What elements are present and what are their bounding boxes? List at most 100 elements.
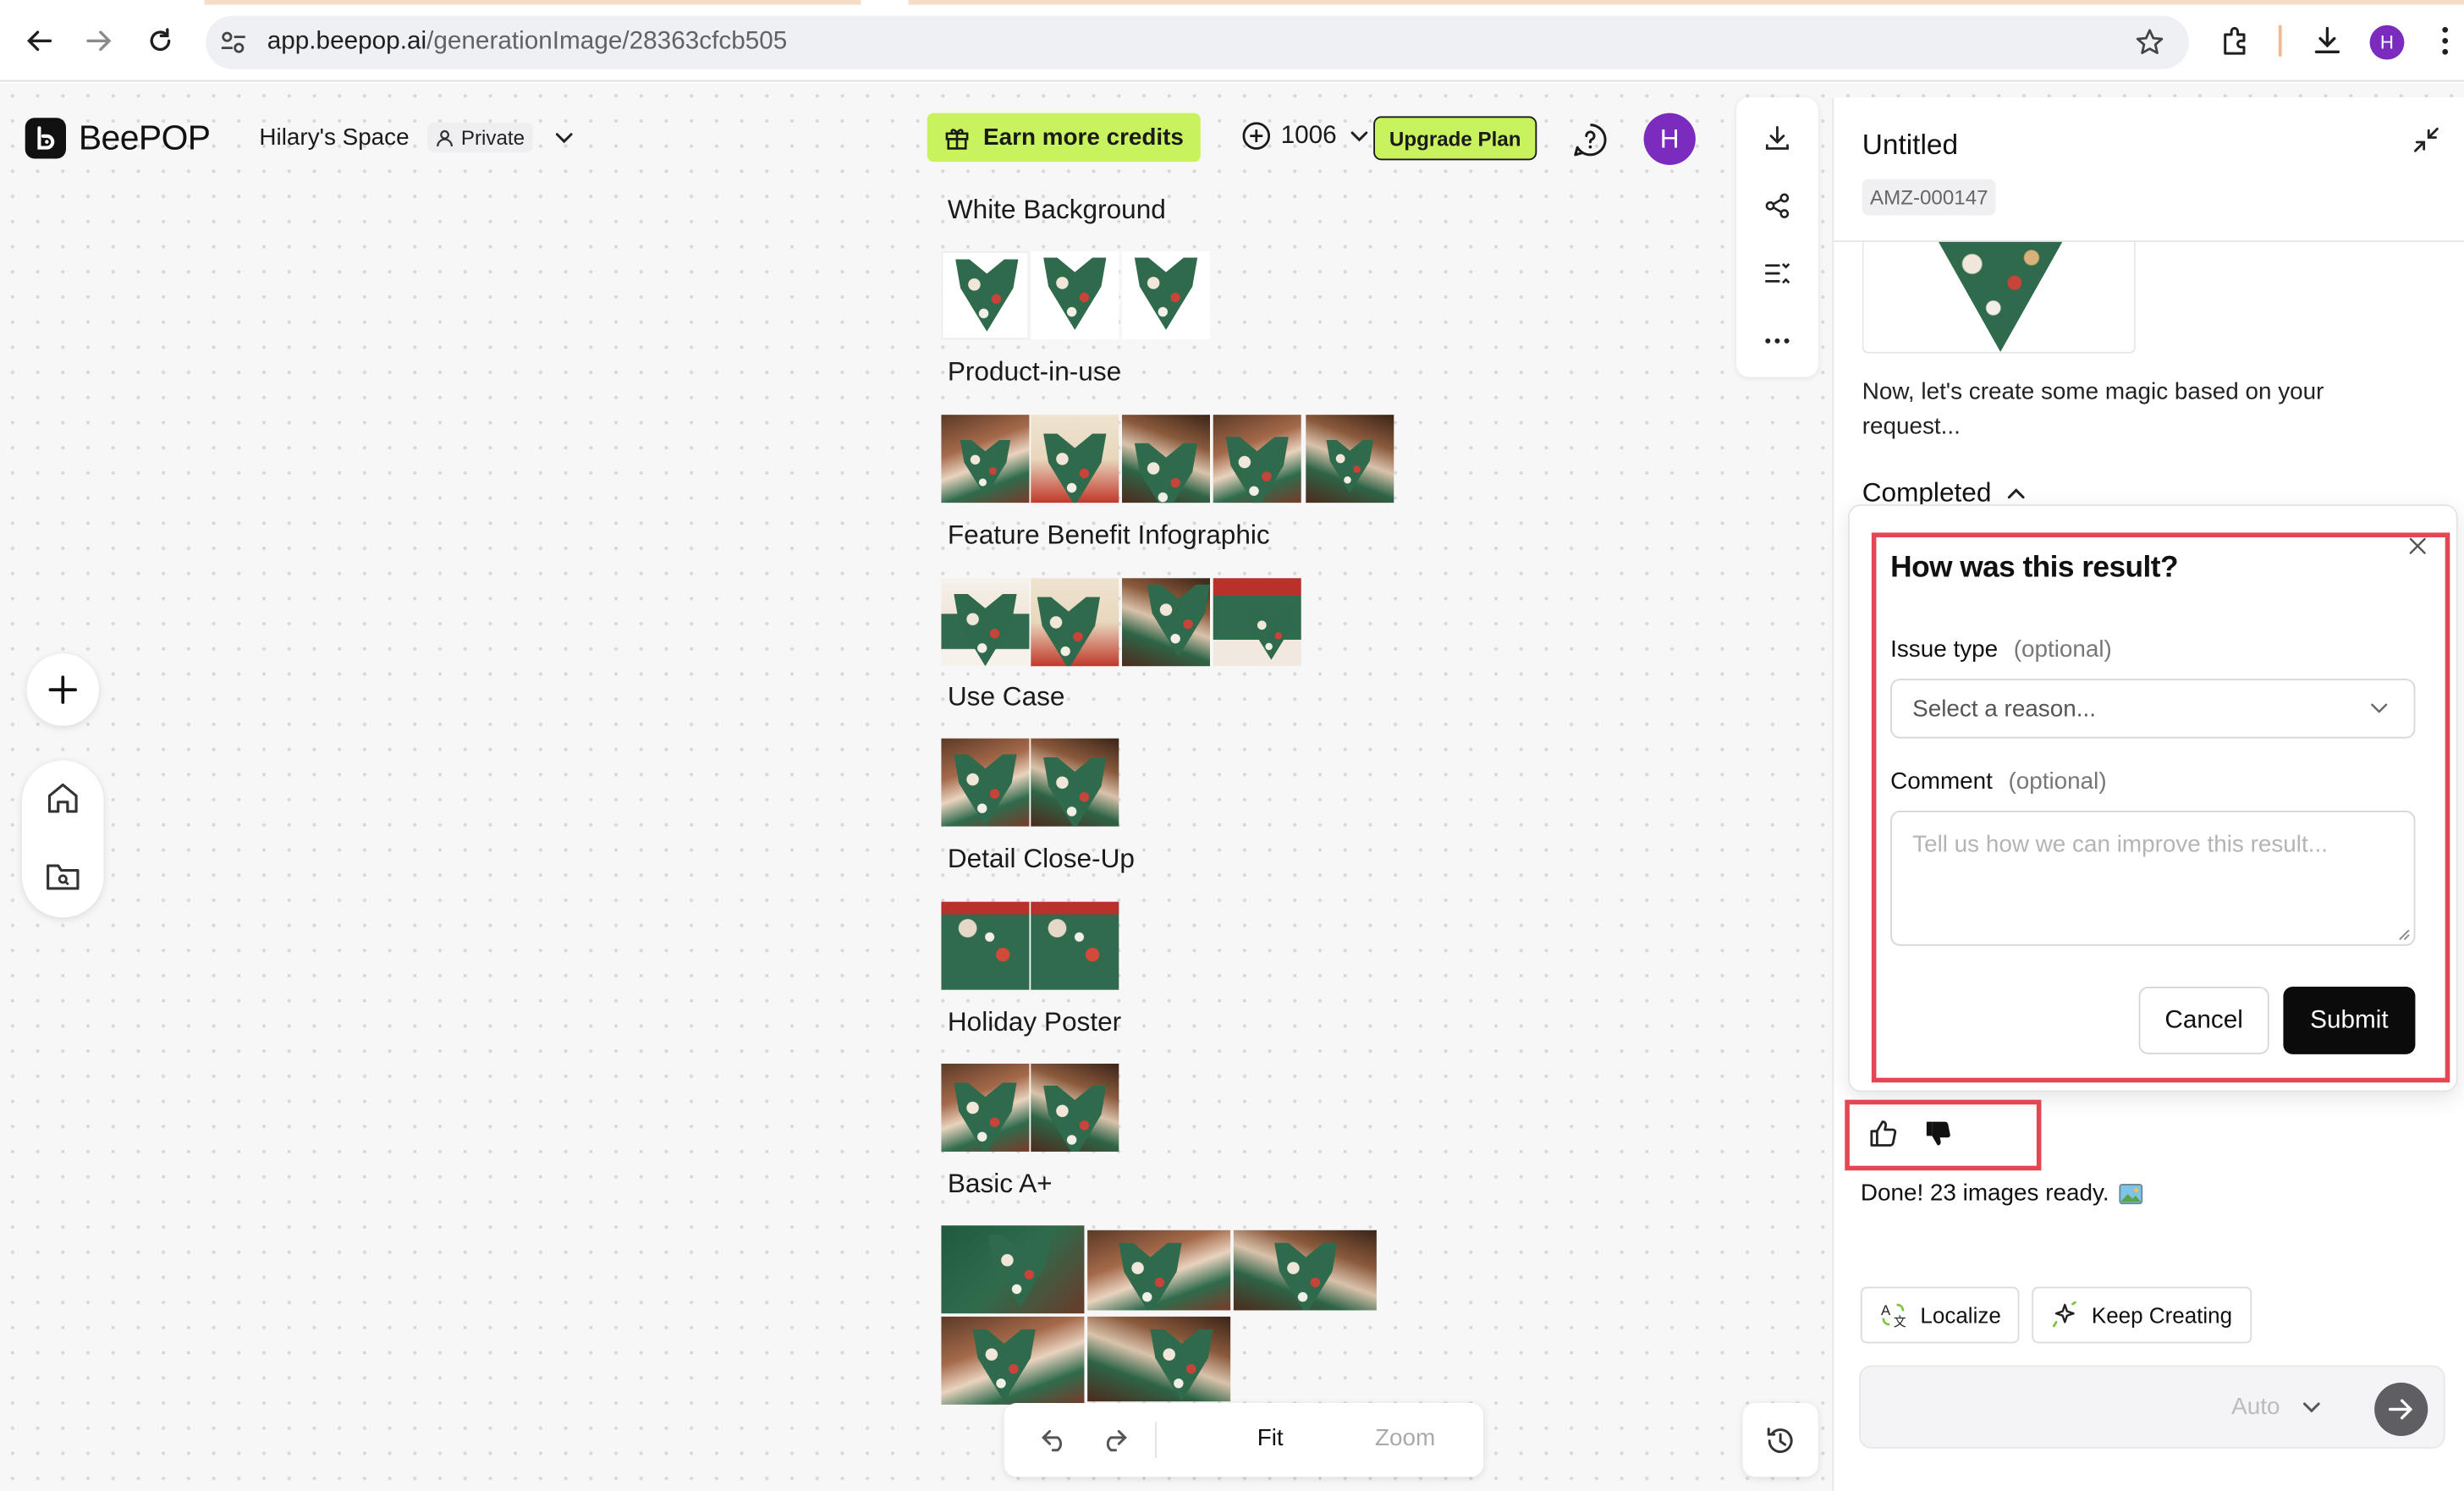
help-icon[interactable] [1571, 121, 1609, 159]
earn-credits-label: Earn more credits [983, 124, 1184, 151]
zoom-button[interactable]: Zoom [1375, 1425, 1435, 1452]
share-icon[interactable] [1758, 187, 1796, 225]
visibility-badge: Private [427, 122, 533, 153]
done-message: Done! 23 images ready. [1861, 1180, 2144, 1207]
image-thumbnail[interactable] [1306, 415, 1394, 503]
mode-label: Auto [2231, 1393, 2280, 1421]
chevron-down-icon [1350, 129, 1368, 142]
image-thumbnail[interactable] [1031, 1063, 1119, 1152]
layers-list-icon[interactable] [1758, 255, 1796, 293]
assistant-message: Now, let's create some magic based on yo… [1862, 378, 2324, 440]
bookmark-star-icon[interactable] [2134, 27, 2165, 58]
reload-icon[interactable] [138, 19, 182, 63]
add-button[interactable] [26, 653, 100, 726]
send-button[interactable] [2374, 1382, 2428, 1437]
section-title-white-background: White Background [947, 195, 1166, 225]
image-thumbnail[interactable] [1031, 738, 1119, 827]
prompt-composer[interactable]: Auto [1859, 1365, 2445, 1449]
image-thumbnail[interactable] [1122, 251, 1211, 340]
toolbar-divider [2278, 25, 2282, 57]
address-bar[interactable]: app.beepop.ai/generationImage/28363cfcb5… [206, 15, 2190, 69]
browser-toolbar: app.beepop.ai/generationImage/28363cfcb5… [0, 0, 2464, 82]
image-thumbnail[interactable] [941, 738, 1030, 827]
chevron-down-icon[interactable] [554, 131, 573, 144]
extensions-icon[interactable] [2214, 19, 2258, 63]
history-button[interactable] [1742, 1403, 1818, 1477]
more-options-icon[interactable] [1758, 322, 1796, 360]
image-thumbnail[interactable] [1031, 901, 1119, 990]
image-thumbnail[interactable] [941, 415, 1030, 503]
highlight-box [1871, 532, 2450, 1083]
panel-title[interactable]: Untitled [1862, 129, 1958, 162]
section-title-holiday-poster: Holiday Poster [947, 1007, 1122, 1037]
section-title-detail-close-up: Detail Close-Up [947, 844, 1135, 874]
browser-menu-icon[interactable] [2440, 25, 2450, 57]
keep-creating-label: Keep Creating [2091, 1302, 2233, 1328]
toolbar-divider [1155, 1422, 1157, 1459]
image-thumbnail[interactable] [1233, 1230, 1377, 1311]
side-nav [22, 760, 104, 918]
image-thumbnail[interactable] [1213, 578, 1301, 667]
space-selector[interactable]: Hilary's Space Private [259, 122, 573, 153]
image-thumbnail[interactable] [1087, 1230, 1231, 1311]
visibility-label: Private [460, 125, 525, 150]
upgrade-plan-button[interactable]: Upgrade Plan [1373, 116, 1537, 161]
done-text: Done! 23 images ready. [1860, 1180, 2109, 1207]
browser-tab-strip [0, 0, 2464, 5]
chevron-down-icon [2302, 1400, 2320, 1413]
image-thumbnail[interactable] [1031, 578, 1119, 667]
history-icon [1767, 1427, 1793, 1453]
localize-label: Localize [1920, 1302, 2001, 1328]
redo-icon[interactable] [1100, 1427, 1128, 1452]
section-title-product-in-use: Product-in-use [947, 356, 1122, 387]
image-thumbnail[interactable] [1213, 415, 1301, 503]
user-avatar[interactable]: H [1643, 113, 1696, 165]
localize-button[interactable]: A文 Localize [1860, 1286, 2021, 1344]
undo-icon[interactable] [1040, 1427, 1068, 1452]
downloads-icon[interactable] [2305, 19, 2349, 63]
translate-icon: A文 [1879, 1301, 1907, 1329]
image-thumbnail[interactable] [1031, 251, 1119, 340]
plus-circle-icon [1241, 121, 1271, 151]
credits-count: 1006 [1280, 121, 1337, 149]
image-thumbnail[interactable] [1031, 415, 1119, 503]
highlight-box [1845, 1099, 2042, 1171]
back-icon[interactable] [17, 19, 61, 63]
product-image[interactable] [1862, 241, 2136, 354]
keep-creating-button[interactable]: Keep Creating [2032, 1286, 2252, 1344]
url-text: app.beepop.ai/generationImage/28363cfcb5… [267, 28, 788, 55]
chevron-up-icon [2007, 487, 2026, 500]
home-icon[interactable] [44, 779, 82, 817]
credits-menu[interactable]: 1006 [1241, 121, 1368, 151]
arrow-right-icon [2389, 1399, 2413, 1420]
collapse-panel-icon[interactable] [2412, 126, 2440, 154]
earn-credits-button[interactable]: Earn more credits [927, 113, 1201, 162]
brand-name: BeePOP [78, 118, 211, 157]
fit-button[interactable]: Fit [1257, 1425, 1284, 1452]
image-thumbnail[interactable] [1122, 415, 1211, 503]
forward-icon[interactable] [77, 19, 121, 63]
image-thumbnail[interactable] [941, 1316, 1085, 1405]
brand-logo[interactable]: BeePOP [25, 113, 211, 163]
picture-icon [2119, 1180, 2144, 1206]
image-thumbnail[interactable] [941, 1225, 1085, 1314]
image-thumbnail[interactable] [941, 901, 1030, 990]
image-thumbnail[interactable] [941, 578, 1030, 667]
folder-icon[interactable] [44, 858, 82, 896]
download-icon[interactable] [1758, 119, 1796, 157]
sparkle-icon [2051, 1301, 2079, 1329]
beepop-logo-icon [25, 118, 67, 159]
project-id-badge: AMZ-000147 [1862, 179, 1996, 216]
browser-profile-avatar[interactable]: H [2369, 25, 2405, 60]
image-thumbnail[interactable] [941, 1063, 1030, 1152]
section-title-use-case: Use Case [947, 681, 1065, 712]
image-thumbnail[interactable] [1122, 578, 1211, 667]
canvas-action-toolbar [1736, 97, 1818, 377]
image-thumbnail[interactable] [941, 251, 1030, 340]
mode-selector[interactable]: Auto [2231, 1393, 2321, 1421]
site-settings-icon[interactable] [220, 30, 247, 55]
space-name: Hilary's Space [259, 124, 410, 151]
canvas-bottom-toolbar: Fit Zoom [1004, 1403, 1484, 1477]
image-thumbnail[interactable] [1087, 1316, 1231, 1402]
svg-text:文: 文 [1894, 1315, 1906, 1329]
